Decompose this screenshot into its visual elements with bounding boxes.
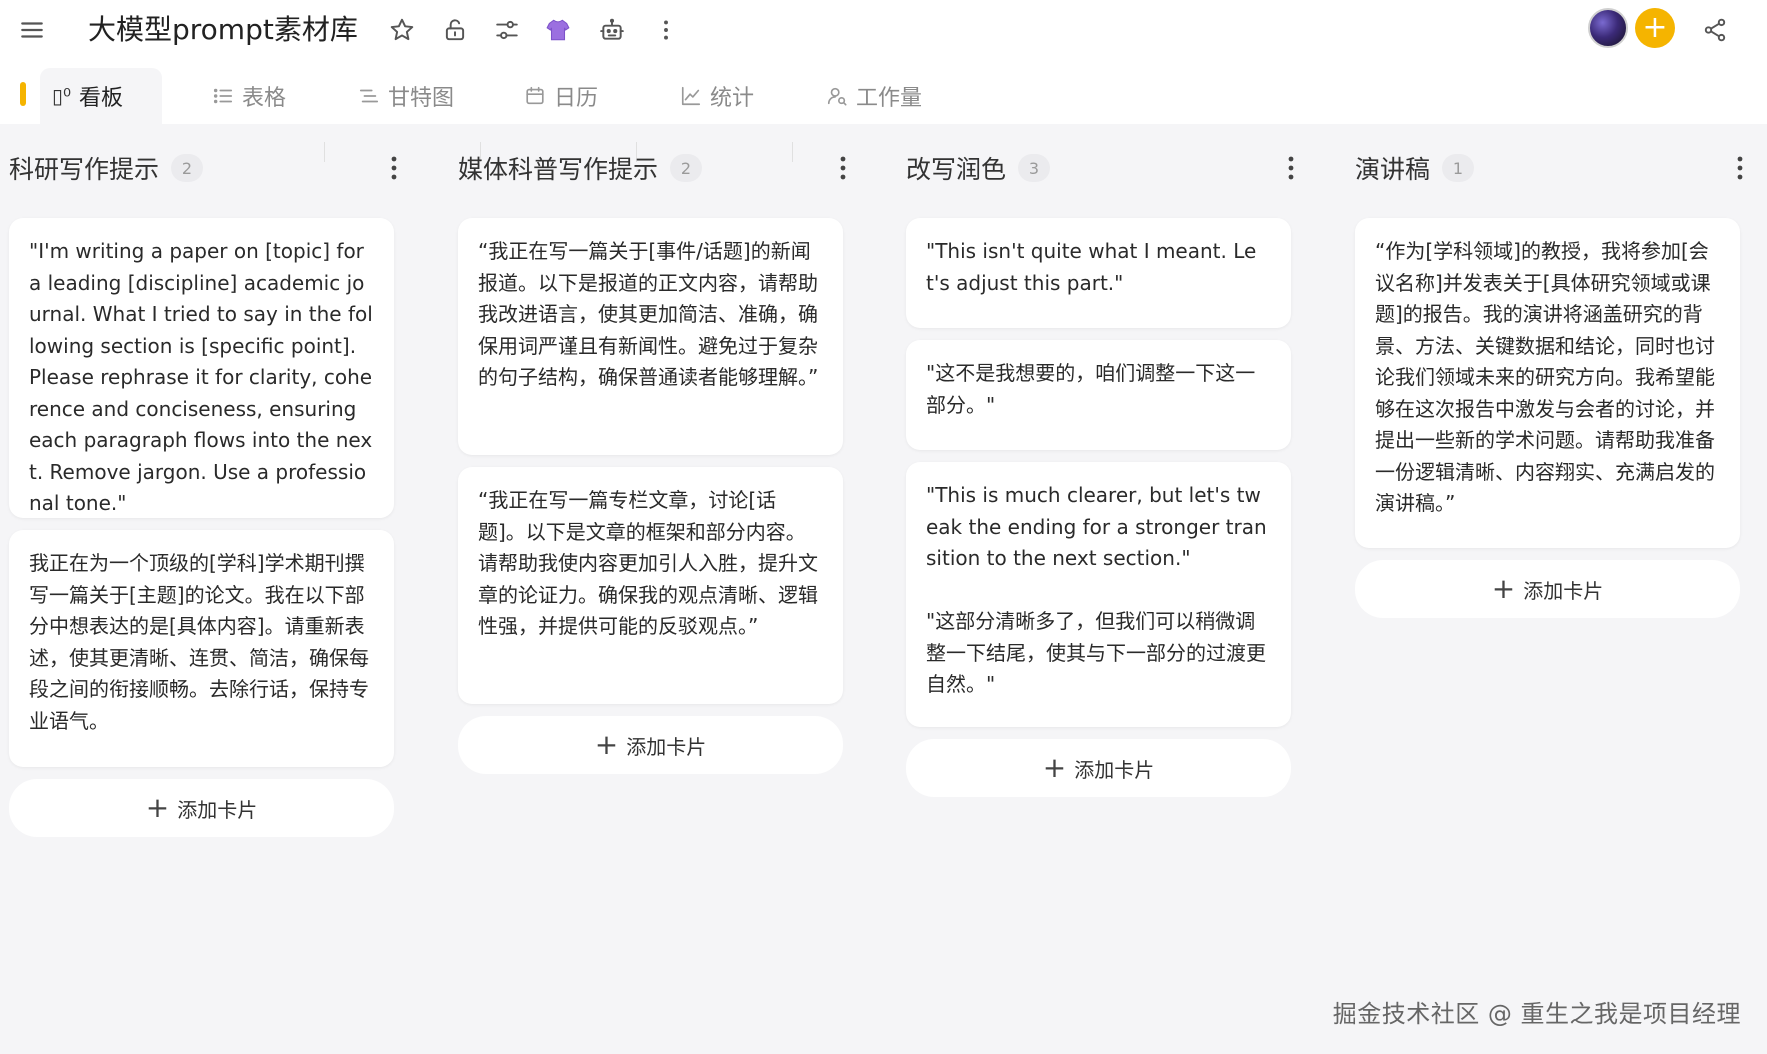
tab-table[interactable]: 表格: [200, 68, 298, 124]
add-card-button[interactable]: + 添加卡片: [1355, 560, 1740, 618]
share-icon[interactable]: [1695, 10, 1735, 50]
person-icon: [827, 87, 847, 106]
tab-workload[interactable]: 工作量: [814, 68, 934, 124]
column-title: 演讲稿: [1355, 155, 1431, 184]
column-header: 科研写作提示 2: [9, 148, 397, 188]
sliders-icon[interactable]: [487, 10, 527, 50]
unlock-icon[interactable]: [435, 10, 475, 50]
tab-label: 甘特图: [388, 86, 455, 111]
column-title: 改写润色: [906, 155, 1007, 184]
tab-kanban[interactable]: ▯⁰ 看板: [40, 68, 162, 124]
kanban-column: 改写润色 3 "This isn't quite what I meant. L…: [906, 148, 1294, 797]
column-header: 演讲稿 1: [1355, 148, 1743, 188]
add-card-button[interactable]: + 添加卡片: [458, 716, 843, 774]
gantt-icon: [359, 89, 379, 103]
more-icon[interactable]: [646, 10, 686, 50]
add-card-label: 添加卡片: [626, 734, 707, 759]
star-icon[interactable]: [382, 10, 422, 50]
column-count-badge: 2: [171, 154, 204, 182]
kanban-card[interactable]: 我正在为一个顶级的[学科]学术期刊撰写一篇关于[主题]的论文。我在以下部分中想表…: [9, 530, 394, 767]
kanban-card[interactable]: “作为[学科领域]的教授，我将参加[会议名称]并发表关于[具体研究领域或课题]的…: [1355, 218, 1740, 548]
add-card-button[interactable]: + 添加卡片: [906, 739, 1291, 797]
column-title: 科研写作提示: [9, 155, 160, 184]
add-card-label: 添加卡片: [1523, 578, 1604, 603]
add-card-label: 添加卡片: [177, 797, 258, 822]
robot-icon[interactable]: [592, 10, 632, 50]
kanban-card[interactable]: "I'm writing a paper on [topic] for a le…: [9, 218, 394, 518]
tab-calendar[interactable]: 日历: [512, 68, 610, 124]
plus-icon: +: [1042, 751, 1067, 784]
card-list: "This isn't quite what I meant. Let's ad…: [906, 218, 1291, 727]
tab-label: 统计: [710, 86, 755, 111]
column-count-badge: 1: [1442, 154, 1475, 182]
plus-icon: +: [145, 791, 170, 824]
column-header: 改写润色 3: [906, 148, 1294, 188]
tab-gantt[interactable]: 甘特图: [346, 68, 466, 124]
menu-icon[interactable]: [12, 10, 52, 50]
list-icon: [213, 88, 233, 104]
kanban-card[interactable]: "This is much clearer, but let's tweak t…: [906, 462, 1291, 727]
kanban-card[interactable]: "这不是我想要的，咱们调整一下这一部分。": [906, 340, 1291, 450]
tab-statistics[interactable]: 统计: [668, 68, 766, 124]
kanban-card[interactable]: "This isn't quite what I meant. Let's ad…: [906, 218, 1291, 328]
add-button[interactable]: +: [1635, 8, 1675, 48]
column-header: 媒体科普写作提示 2: [458, 148, 846, 188]
shirt-icon[interactable]: [538, 10, 578, 50]
plus-icon: +: [1491, 572, 1516, 605]
watermark: 掘金技术社区 @ 重生之我是项目经理: [1332, 1000, 1741, 1028]
calendar-icon: [526, 86, 544, 105]
kanban-board: 科研写作提示 2 "I'm writing a paper on [topic]…: [0, 124, 1767, 1054]
column-more-icon[interactable]: [1724, 152, 1756, 184]
card-list: “作为[学科领域]的教授，我将参加[会议名称]并发表关于[具体研究领域或课题]的…: [1355, 218, 1740, 548]
column-count-badge: 3: [1018, 154, 1051, 182]
add-card-button[interactable]: + 添加卡片: [9, 779, 394, 837]
kanban-card[interactable]: “我正在写一篇专栏文章，讨论[话题]。以下是文章的框架和部分内容。请帮助我使内容…: [458, 467, 843, 704]
column-count-badge: 2: [670, 154, 703, 182]
kanban-icon: ▯⁰: [52, 84, 72, 108]
kanban-column: 科研写作提示 2 "I'm writing a paper on [topic]…: [9, 148, 397, 837]
page-title: 大模型prompt素材库: [88, 13, 358, 46]
tab-label: 工作量: [856, 86, 923, 111]
avatar[interactable]: [1588, 8, 1628, 48]
tab-label: 日历: [554, 86, 599, 111]
column-title: 媒体科普写作提示: [458, 155, 659, 184]
active-tab-indicator: [20, 82, 26, 106]
column-more-icon[interactable]: [1275, 152, 1307, 184]
kanban-column: 演讲稿 1 “作为[学科领域]的教授，我将参加[会议名称]并发表关于[具体研究领…: [1355, 148, 1743, 618]
chart-icon: [681, 86, 701, 106]
top-bar: 大模型prompt素材库 +: [0, 0, 1767, 60]
card-list: “我正在写一篇关于[事件/话题]的新闻报道。以下是报道的正文内容，请帮助我改进语…: [458, 218, 843, 704]
view-tabs: ▯⁰ 看板 表格 甘特图 日历 统计 工作量: [0, 60, 1767, 162]
add-card-label: 添加卡片: [1074, 757, 1155, 782]
column-more-icon[interactable]: [827, 152, 859, 184]
card-list: "I'm writing a paper on [topic] for a le…: [9, 218, 394, 767]
plus-icon: +: [594, 728, 619, 761]
tab-label: 表格: [242, 86, 287, 111]
column-more-icon[interactable]: [378, 152, 410, 184]
kanban-card[interactable]: “我正在写一篇关于[事件/话题]的新闻报道。以下是报道的正文内容，请帮助我改进语…: [458, 218, 843, 455]
kanban-column: 媒体科普写作提示 2 “我正在写一篇关于[事件/话题]的新闻报道。以下是报道的正…: [458, 148, 846, 774]
tab-label: 看板: [79, 86, 124, 111]
